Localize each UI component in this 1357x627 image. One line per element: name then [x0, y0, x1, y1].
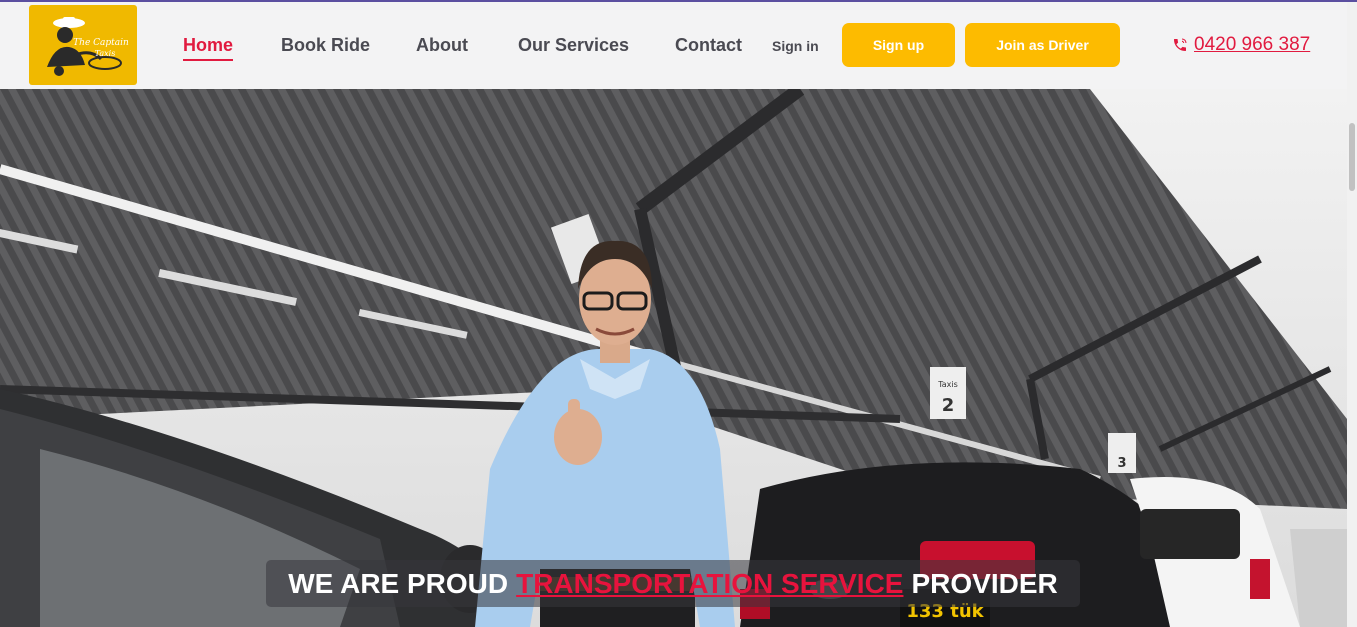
nav-home[interactable]: Home: [183, 34, 234, 61]
taxi-bay-number-3: 3: [1117, 456, 1126, 471]
brand-logo[interactable]: The Captain Taxis: [29, 5, 137, 85]
navbar: The Captain Taxis Home Book Ride About O…: [0, 2, 1347, 89]
page-scrollbar-thumb[interactable]: [1349, 123, 1355, 191]
taxi-captain-logo-icon: The Captain Taxis: [47, 17, 129, 76]
hero-banner: 2 Taxis 3 133 tük WE ARE PROUD TRANSPORT…: [0, 89, 1347, 627]
tagline-part-2: PROVIDER: [911, 567, 1058, 599]
nav-our-services[interactable]: Our Services: [518, 34, 629, 56]
nav-about[interactable]: About: [416, 34, 468, 56]
logo-text-line2: Taxis: [95, 49, 116, 58]
phone-icon: [1174, 38, 1187, 51]
tagline-highlight-link[interactable]: TRANSPORTATION SERVICE: [516, 568, 903, 600]
signin-link[interactable]: Sign in: [772, 37, 819, 55]
taxi-sign-label: Taxis: [937, 380, 958, 389]
phone-link[interactable]: 0420 966 387: [1172, 33, 1310, 57]
phone-number: 0420 966 387: [1194, 34, 1311, 55]
signup-button[interactable]: Sign up: [842, 23, 955, 67]
hero-photo-taxi-driver: 2 Taxis 3 133 tük: [0, 89, 1347, 627]
taxi-bay-number-2: 2: [942, 395, 955, 416]
page-scrollbar-track[interactable]: [1347, 2, 1357, 627]
nav-contact[interactable]: Contact: [675, 34, 742, 56]
hero-tagline: WE ARE PROUD TRANSPORTATION SERVICE PROV…: [266, 560, 1080, 607]
nav-book-ride[interactable]: Book Ride: [281, 34, 370, 56]
logo-text-line1: The Captain: [73, 38, 129, 48]
join-driver-button[interactable]: Join as Driver: [965, 23, 1120, 67]
tagline-part-1: WE ARE PROUD: [288, 567, 509, 599]
